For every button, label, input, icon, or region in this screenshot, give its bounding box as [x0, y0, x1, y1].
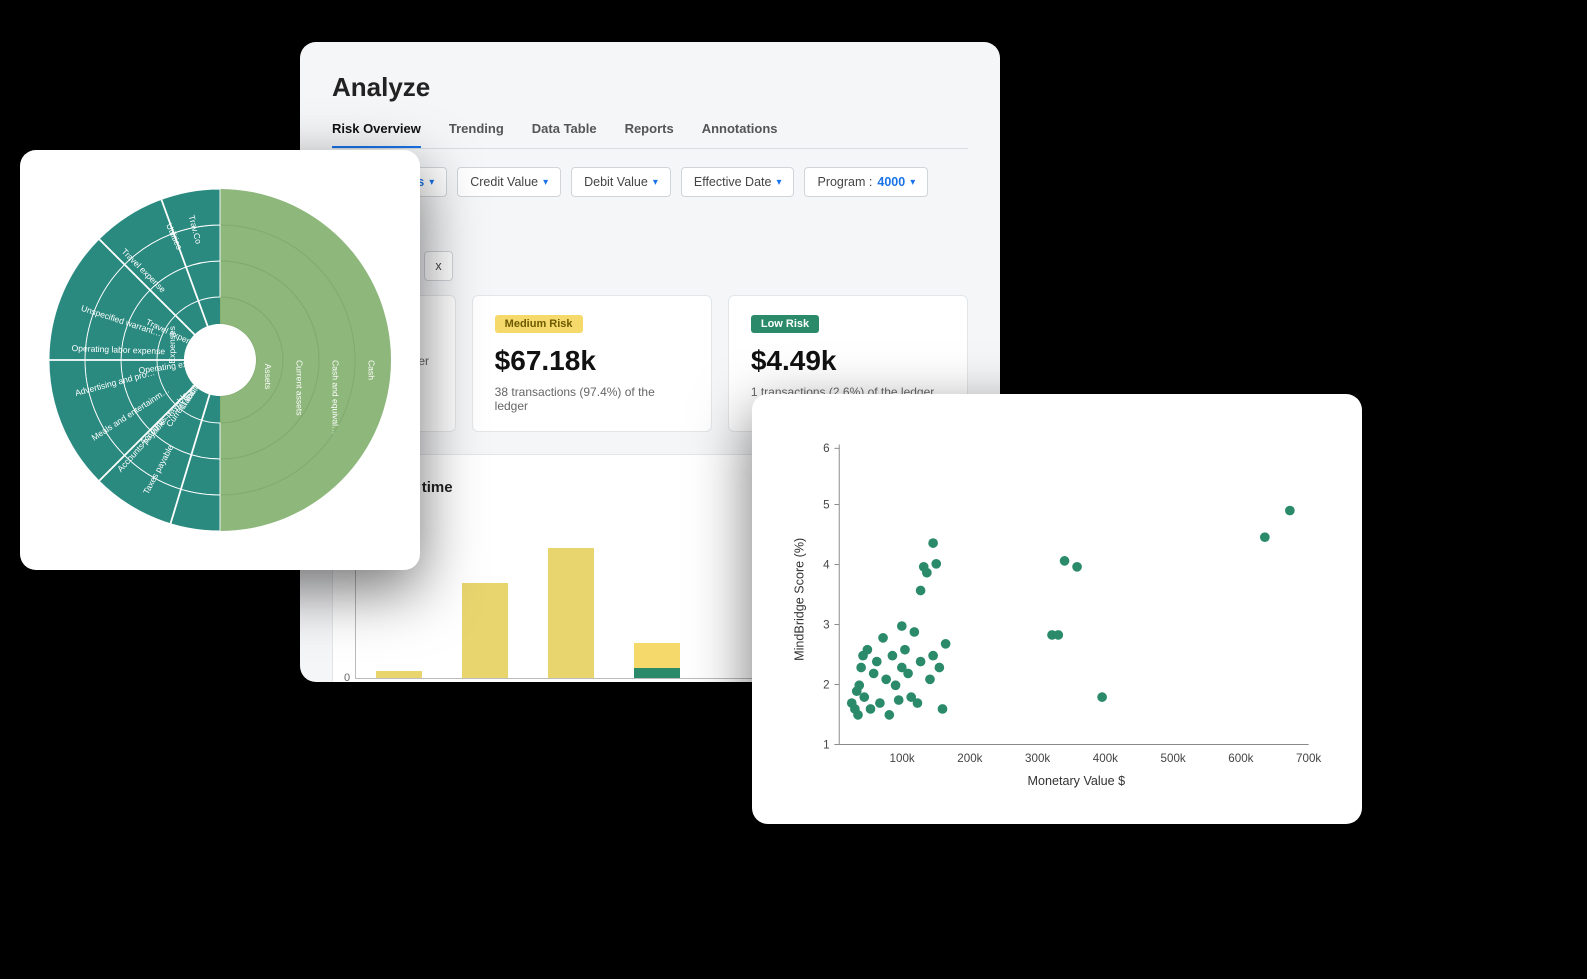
svg-text:500k: 500k	[1161, 752, 1186, 765]
tab-reports[interactable]: Reports	[625, 121, 674, 148]
bar-apr[interactable]: Apr 2015	[634, 643, 680, 678]
bar-feb[interactable]	[462, 583, 508, 678]
medium-risk-sub: 38 transactions (97.4%) of the ledger	[495, 385, 689, 413]
bar-jan[interactable]	[376, 671, 422, 678]
filter-bar-row2: Toronto▾ x	[332, 251, 968, 281]
scatter-xlabel: Monetary Value $	[1028, 774, 1126, 788]
sunburst-card: Expenses Assets Liabili… Current assets …	[20, 150, 420, 570]
svg-text:5: 5	[823, 498, 829, 511]
svg-text:Cash and equival…: Cash and equival…	[331, 360, 341, 435]
tab-risk-overview[interactable]: Risk Overview	[332, 121, 421, 148]
svg-text:100k: 100k	[890, 752, 915, 765]
svg-text:2: 2	[823, 678, 829, 691]
svg-text:400k: 400k	[1093, 752, 1118, 765]
badge-low-risk: Low Risk	[751, 315, 819, 333]
tab-bar: Risk Overview Trending Data Table Report…	[332, 121, 968, 149]
svg-text:1: 1	[823, 738, 829, 751]
scatter-chart[interactable]: MindBridge Score (%) Monetary Value $ 1 …	[786, 424, 1328, 794]
svg-text:600k: 600k	[1228, 752, 1253, 765]
chevron-down-icon: ▾	[543, 177, 548, 188]
scatter-yticks: 1 2 3 4 5 6	[823, 442, 839, 751]
tab-annotations[interactable]: Annotations	[702, 121, 778, 148]
bar-mar[interactable]	[548, 548, 594, 678]
svg-text:Current assets: Current assets	[295, 360, 305, 416]
svg-text:3: 3	[823, 618, 829, 631]
svg-text:Cash: Cash	[367, 360, 377, 380]
filter-debit-value[interactable]: Debit Value▾	[571, 167, 671, 197]
chevron-down-icon: ▾	[910, 177, 915, 188]
scatter-ylabel: MindBridge Score (%)	[792, 538, 806, 661]
scatter-dots	[847, 506, 1295, 720]
svg-text:6: 6	[823, 442, 829, 455]
ytick-0: 0	[344, 672, 350, 682]
chevron-down-icon: ▾	[429, 177, 434, 188]
chevron-down-icon: ▾	[653, 177, 658, 188]
tab-data-table[interactable]: Data Table	[532, 121, 597, 148]
scatter-card: MindBridge Score (%) Monetary Value $ 1 …	[752, 394, 1362, 824]
filter-bar: ing expenses▾ Credit Value▾ Debit Value▾…	[332, 167, 968, 237]
filter-clear-button[interactable]: x	[424, 251, 452, 281]
badge-medium-risk: Medium Risk	[495, 315, 583, 333]
sunburst-chart[interactable]: Expenses Assets Liabili… Current assets …	[40, 180, 400, 540]
risk-card-medium[interactable]: Medium Risk $67.18k 38 transactions (97.…	[472, 295, 712, 432]
low-risk-amount: $4.49k	[751, 345, 945, 377]
filter-credit-value[interactable]: Credit Value▾	[457, 167, 561, 197]
filter-program[interactable]: Program : 4000▾	[804, 167, 928, 197]
svg-text:700k: 700k	[1296, 752, 1321, 765]
chevron-down-icon: ▾	[776, 177, 781, 188]
svg-text:Assets: Assets	[263, 364, 273, 390]
svg-text:300k: 300k	[1025, 752, 1050, 765]
page-title: Analyze	[332, 72, 968, 103]
filter-effective-date[interactable]: Effective Date▾	[681, 167, 795, 197]
medium-risk-amount: $67.18k	[495, 345, 689, 377]
svg-text:200k: 200k	[957, 752, 982, 765]
scatter-xticks: 100k 200k 300k 400k 500k 600k 700k	[890, 752, 1322, 765]
tab-trending[interactable]: Trending	[449, 121, 504, 148]
svg-text:4: 4	[823, 558, 830, 571]
